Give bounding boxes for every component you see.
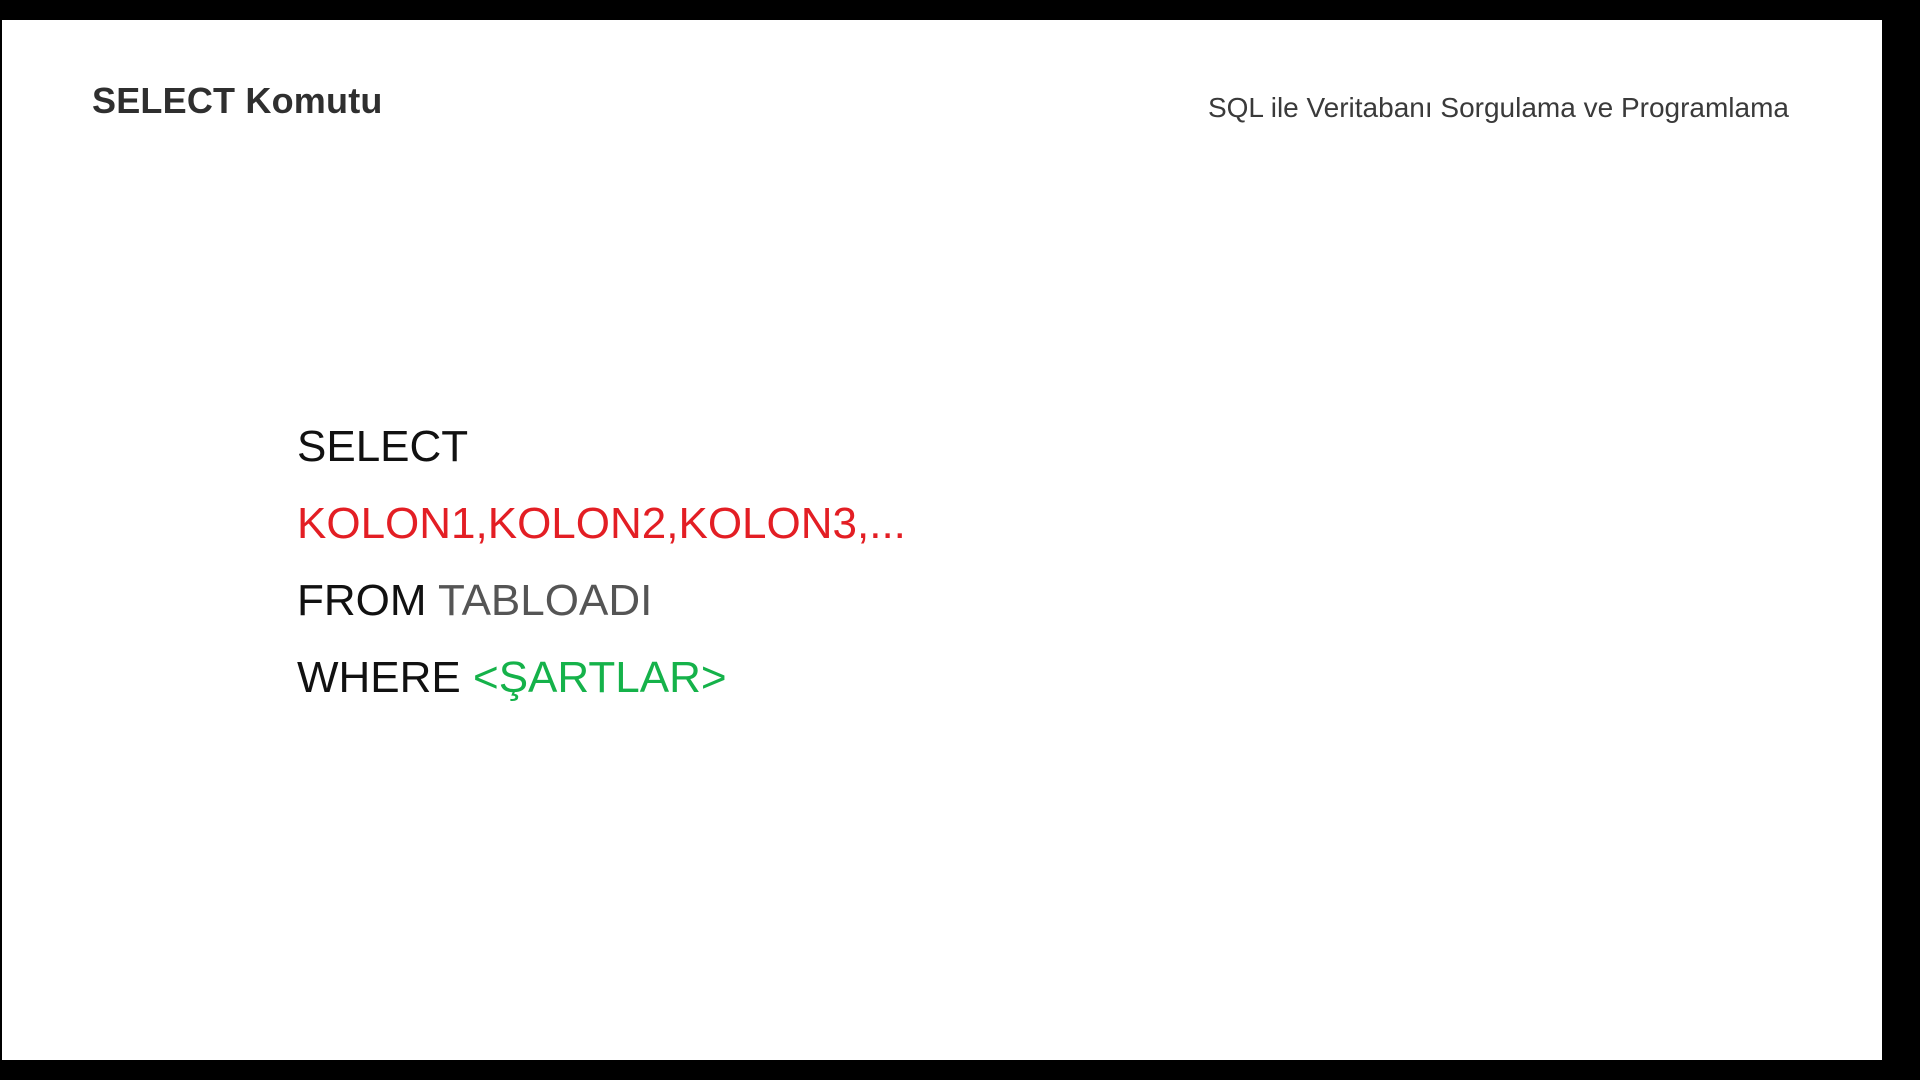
where-keyword: WHERE bbox=[297, 653, 461, 702]
sql-line-from: FROM TABLOADI bbox=[297, 562, 906, 639]
column-list: KOLON1,KOLON2,KOLON3,... bbox=[297, 499, 906, 548]
course-title: SQL ile Veritabanı Sorgulama ve Programl… bbox=[1207, 92, 1789, 123]
presentation-slide: SELECT Komutu SQL ile Veritabanı Sorgula… bbox=[2, 20, 1882, 1060]
from-keyword: FROM bbox=[297, 576, 427, 625]
conditions-placeholder: <ŞARTLAR> bbox=[473, 653, 727, 702]
sql-line-columns: KOLON1,KOLON2,KOLON3,... bbox=[297, 485, 906, 562]
sql-line-select: SELECT bbox=[297, 408, 906, 485]
table-name: TABLOADI bbox=[437, 576, 653, 625]
sql-line-where: WHERE <ŞARTLAR> bbox=[297, 639, 906, 716]
sql-syntax-block: SELECT KOLON1,KOLON2,KOLON3,... FROM TAB… bbox=[297, 408, 906, 716]
select-keyword: SELECT bbox=[297, 422, 469, 471]
slide-title: SELECT Komutu bbox=[92, 80, 383, 121]
